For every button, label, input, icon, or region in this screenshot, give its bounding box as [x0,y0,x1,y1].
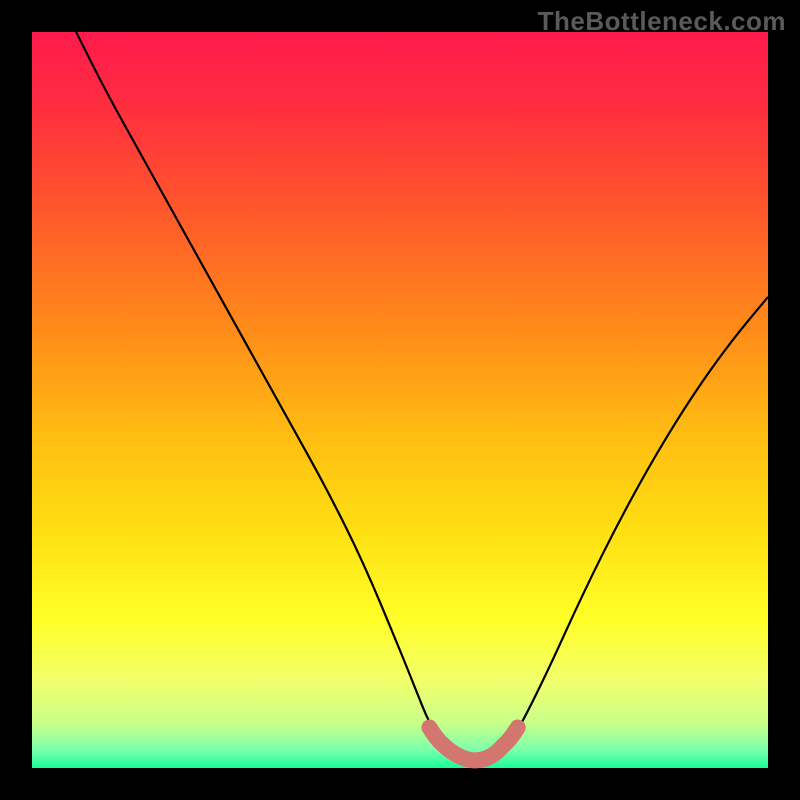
bottleneck-plot [0,0,800,800]
gradient-background [32,32,768,768]
watermark-text: TheBottleneck.com [538,6,786,37]
chart-frame: { "watermark": "TheBottleneck.com", "plo… [0,0,800,800]
